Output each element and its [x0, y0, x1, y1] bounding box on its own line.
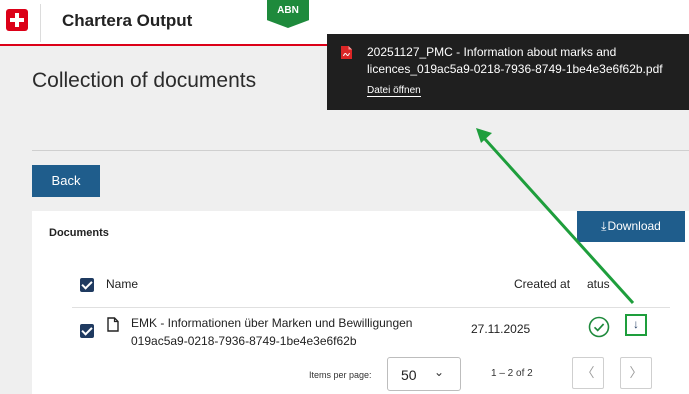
- downloaded-file-name: 20251127_PMC - Information about marks a…: [367, 44, 685, 78]
- download-button[interactable]: ⤓Download: [577, 211, 685, 242]
- chevron-right-icon: 〉: [629, 365, 643, 380]
- table-header-divider: [72, 307, 670, 308]
- documents-panel-title: Documents: [49, 227, 109, 239]
- items-per-page-label: Items per page:: [309, 370, 372, 380]
- column-header-status[interactable]: atus: [587, 277, 610, 291]
- app-title: Chartera Output: [62, 11, 193, 30]
- downloaded-file-name-line-1: 20251127_PMC - Information about marks a…: [367, 45, 617, 59]
- column-header-created-at[interactable]: Created at: [514, 277, 570, 291]
- chevron-down-icon: ⌄: [434, 365, 445, 379]
- open-file-link[interactable]: Datei öffnen: [367, 85, 421, 97]
- column-header-name[interactable]: Name: [106, 277, 138, 291]
- documents-panel: Documents ⤓Download Name Created at atus…: [32, 211, 689, 394]
- document-id: 019ac5a9-0218-7936-8749-1be4e3e6f62b: [131, 334, 357, 348]
- select-all-checkbox[interactable]: [80, 278, 94, 292]
- pagination-range: 1 – 2 of 2: [491, 368, 533, 379]
- document-title: EMK - Informationen über Marken und Bewi…: [131, 316, 413, 330]
- document-created-at: 27.11.2025: [471, 322, 531, 336]
- check-circle-icon: [588, 316, 610, 338]
- document-name[interactable]: EMK - Informationen über Marken und Bewi…: [131, 314, 412, 350]
- items-per-page-value: 50: [401, 367, 417, 383]
- items-per-page-select[interactable]: 50 ⌄: [387, 357, 461, 391]
- header-divider: [40, 4, 41, 42]
- next-page-button[interactable]: 〉: [620, 357, 652, 389]
- page-title: Collection of documents: [32, 69, 257, 92]
- swiss-cross-logo-icon: [6, 9, 28, 31]
- environment-badge: ABN: [267, 0, 309, 28]
- row-checkbox[interactable]: [80, 324, 94, 338]
- pdf-file-icon: [341, 46, 352, 59]
- back-button[interactable]: Back: [32, 165, 100, 197]
- chevron-left-icon: 〈: [581, 365, 595, 380]
- row-download-button[interactable]: ↓: [625, 314, 647, 336]
- annotation-arrow-head: [476, 128, 492, 143]
- downloaded-file-name-line-2: licences_019ac5a9-0218-7936-8749-1be4e3e…: [367, 62, 663, 76]
- download-complete-popup: 20251127_PMC - Information about marks a…: [327, 34, 689, 110]
- download-icon: ⤓: [601, 219, 607, 233]
- previous-page-button[interactable]: 〈: [572, 357, 604, 389]
- section-divider: [32, 150, 689, 151]
- download-button-label: Download: [607, 219, 661, 233]
- file-icon: [107, 317, 119, 332]
- download-arrow-icon: ↓: [633, 317, 639, 331]
